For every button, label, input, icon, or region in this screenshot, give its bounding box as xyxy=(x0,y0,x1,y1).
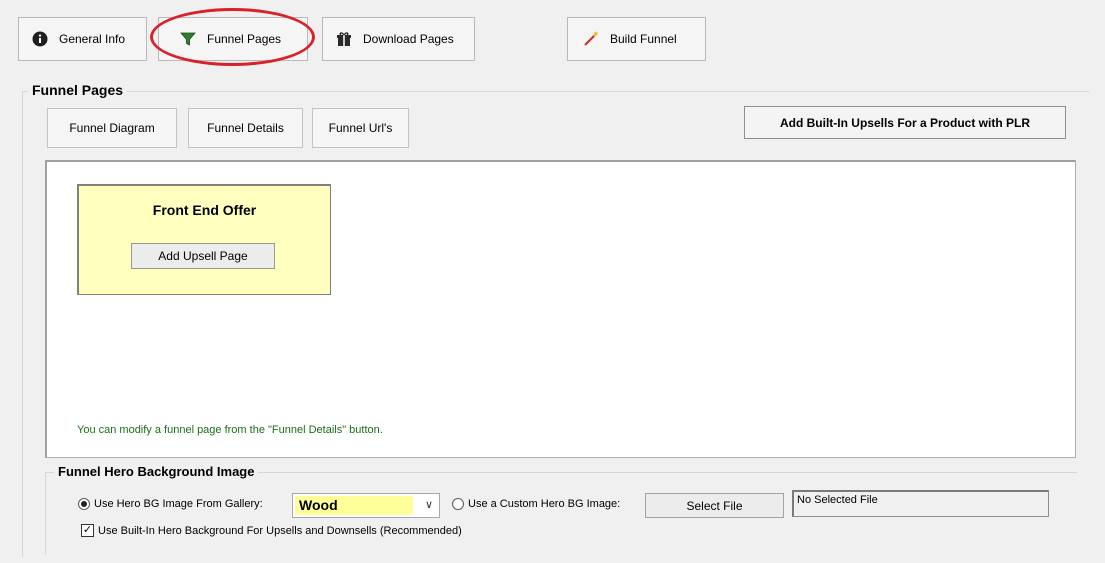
general-info-label: General Info xyxy=(59,32,126,46)
tab-funnel-details[interactable]: Funnel Details xyxy=(188,108,303,148)
build-funnel-label: Build Funnel xyxy=(610,32,677,46)
general-info-button[interactable]: General Info xyxy=(18,17,147,61)
builtin-hero-checkbox[interactable]: ✓ xyxy=(81,524,94,537)
magic-wand-icon xyxy=(582,30,600,48)
funnel-pages-label: Funnel Pages xyxy=(207,32,282,46)
builtin-hero-label: Use Built-In Hero Background For Upsells… xyxy=(98,524,462,537)
info-icon xyxy=(31,30,49,48)
tab-funnel-urls[interactable]: Funnel Url's xyxy=(312,108,409,148)
download-pages-label: Download Pages xyxy=(363,32,454,46)
front-end-offer-title: Front End Offer xyxy=(152,202,257,218)
add-upsell-page-button[interactable]: Add Upsell Page xyxy=(131,243,275,269)
selected-file-field[interactable]: No Selected File xyxy=(792,490,1049,517)
funnel-icon xyxy=(179,30,197,48)
gallery-radio-row[interactable]: Use Hero BG Image From Gallery: xyxy=(78,498,263,510)
build-funnel-button[interactable]: Build Funnel xyxy=(567,17,706,61)
gallery-select-value: Wood xyxy=(295,496,413,515)
chevron-down-icon[interactable]: ∨ xyxy=(425,498,433,511)
gift-icon xyxy=(335,30,353,48)
custom-radio[interactable] xyxy=(452,498,464,510)
custom-radio-label: Use a Custom Hero BG Image: xyxy=(468,498,621,510)
hero-bg-title: Funnel Hero Background Image xyxy=(54,464,259,479)
funnel-diagram-panel: Front End Offer Add Upsell Page You can … xyxy=(45,160,1076,458)
add-plr-upsells-button[interactable]: Add Built-In Upsells For a Product with … xyxy=(744,106,1066,139)
gallery-radio-label: Use Hero BG Image From Gallery: xyxy=(94,498,263,510)
custom-radio-row[interactable]: Use a Custom Hero BG Image: xyxy=(452,498,620,510)
builtin-hero-row[interactable]: ✓ Use Built-In Hero Background For Upsel… xyxy=(81,524,462,537)
gallery-select[interactable]: Wood ∨ xyxy=(292,493,440,518)
group-title: Funnel Pages xyxy=(28,82,128,98)
funnel-pages-button[interactable]: Funnel Pages xyxy=(158,17,308,61)
select-file-button[interactable]: Select File xyxy=(645,493,784,518)
gallery-radio[interactable] xyxy=(78,498,90,510)
tab-funnel-diagram[interactable]: Funnel Diagram xyxy=(47,108,177,148)
diagram-hint-text: You can modify a funnel page from the "F… xyxy=(77,424,383,436)
download-pages-button[interactable]: Download Pages xyxy=(322,17,475,61)
front-end-offer-card[interactable]: Front End Offer Add Upsell Page xyxy=(77,184,331,295)
